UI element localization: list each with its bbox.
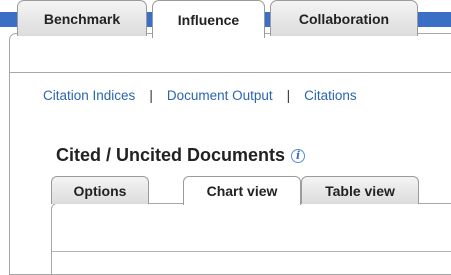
- info-icon[interactable]: i: [291, 148, 306, 163]
- tab-collaboration[interactable]: Collaboration: [270, 0, 418, 36]
- tab-table-view-label: Table view: [325, 182, 395, 199]
- tab-options[interactable]: Options: [51, 176, 149, 204]
- sub-navigation: Citation Indices | Document Output | Citatio…: [43, 88, 357, 103]
- tab-influence-label: Influence: [177, 11, 240, 28]
- nav-separator: |: [149, 88, 153, 103]
- section-title: Cited / Uncited Documents: [56, 145, 286, 165]
- tab-options-label: Options: [73, 182, 127, 199]
- view-container: [51, 203, 451, 275]
- link-citation-indices[interactable]: Citation Indices: [43, 88, 135, 103]
- link-citations[interactable]: Citations: [304, 88, 357, 103]
- tab-influence[interactable]: Influence: [152, 0, 265, 38]
- tabs-baseline: [9, 72, 451, 73]
- tab-chart-view[interactable]: Chart view: [183, 176, 301, 205]
- tab-collaboration-label: Collaboration: [298, 10, 390, 27]
- tab-chart-view-label: Chart view: [206, 183, 278, 199]
- tab-benchmark[interactable]: Benchmark: [17, 0, 147, 36]
- tab-benchmark-label: Benchmark: [43, 10, 121, 27]
- tab-table-view[interactable]: Table view: [301, 176, 419, 204]
- view-divider: [52, 251, 451, 252]
- link-document-output[interactable]: Document Output: [167, 88, 273, 103]
- section-heading: Cited / Uncited Documents i: [56, 145, 306, 166]
- nav-separator: |: [286, 88, 291, 103]
